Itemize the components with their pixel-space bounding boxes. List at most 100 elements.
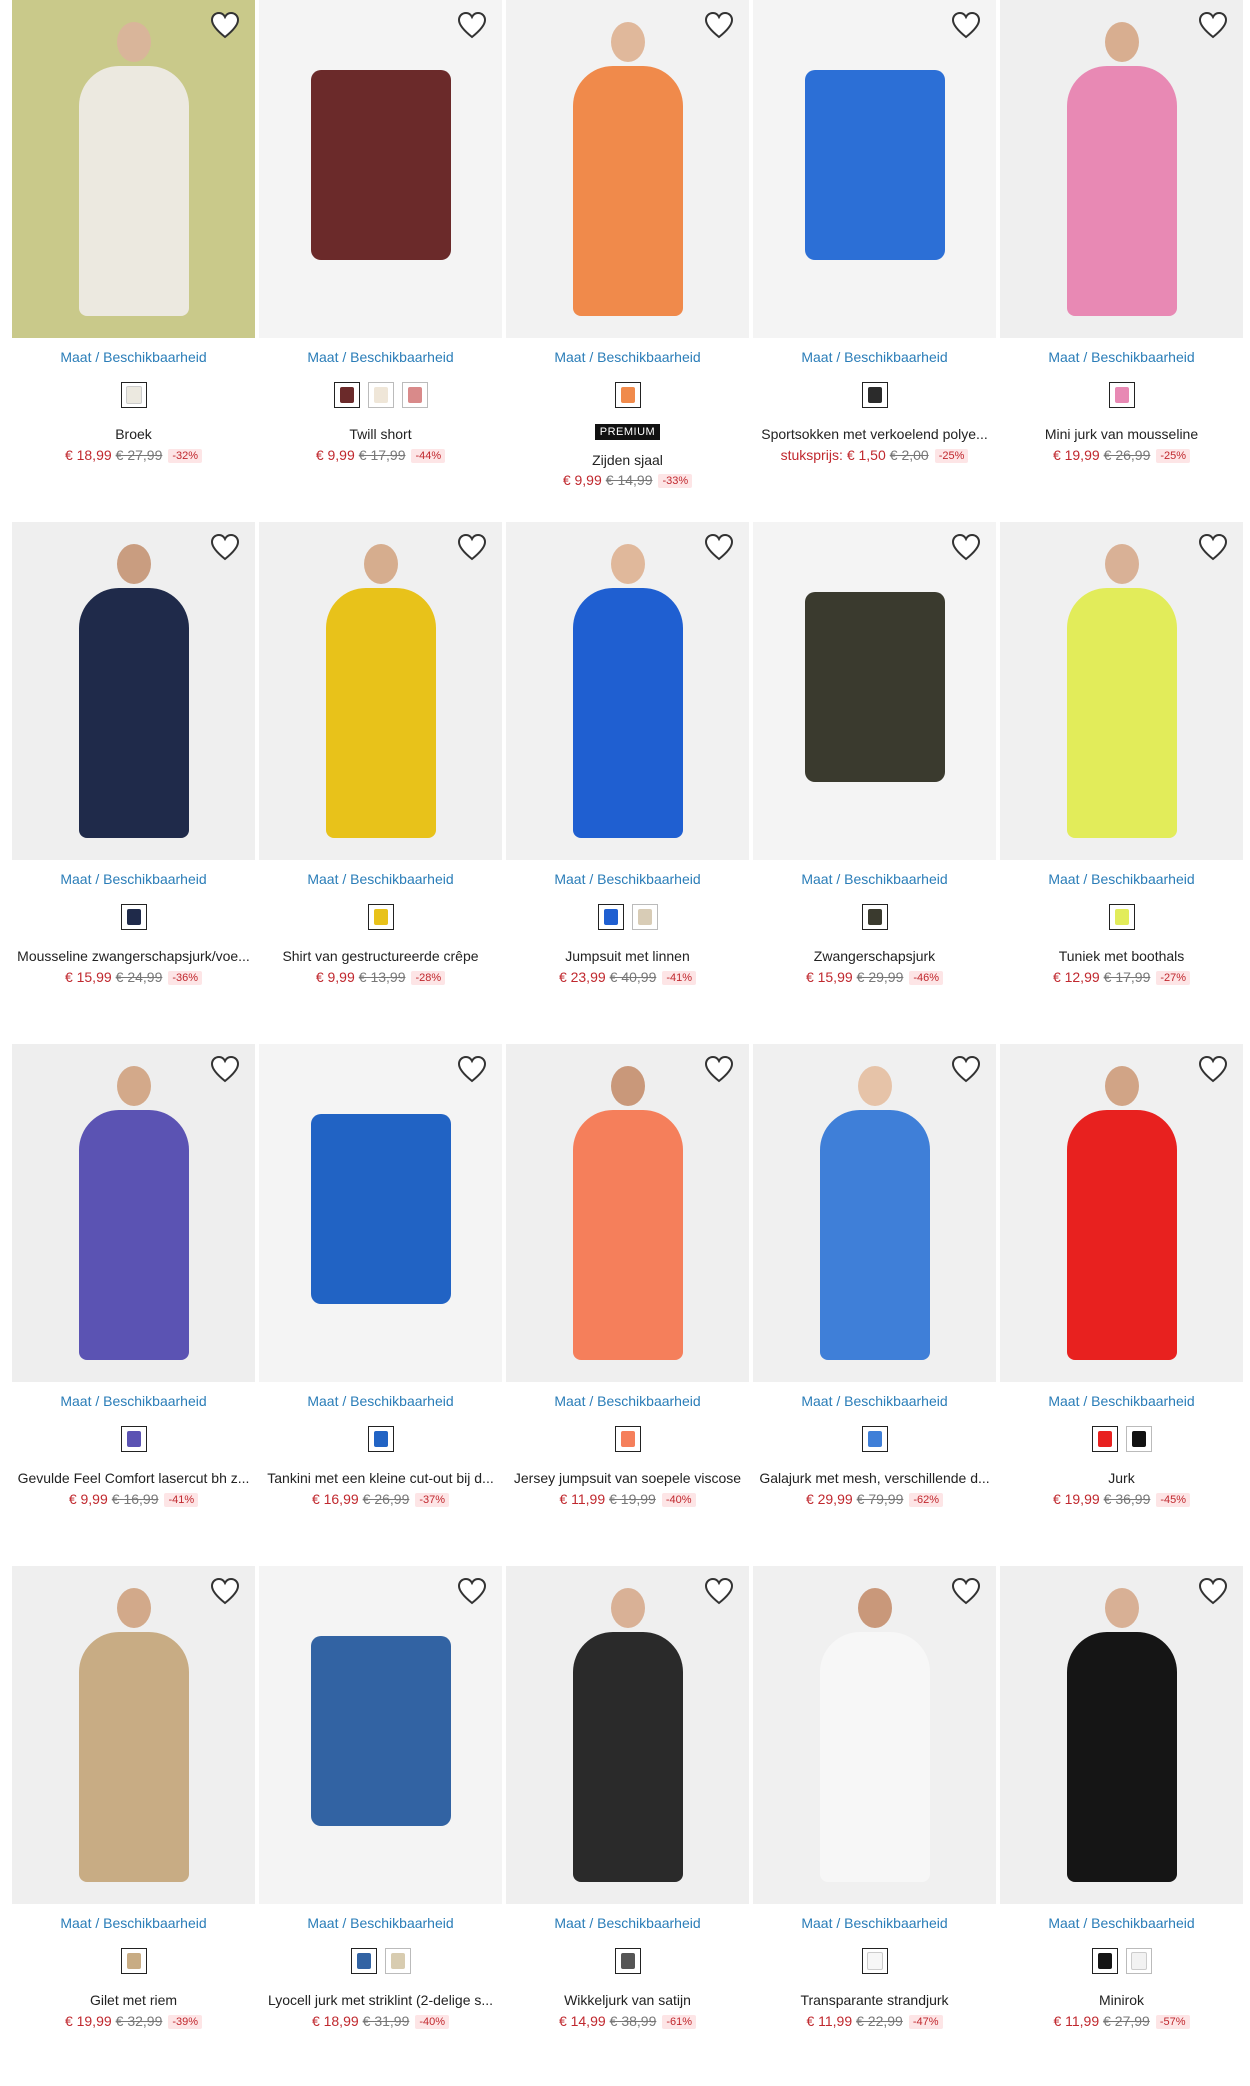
product-card[interactable]: Maat / Beschikbaarheid Jumpsuit met linne… bbox=[506, 522, 749, 1042]
size-availability-link[interactable]: Maat / Beschikbaarheid bbox=[259, 1915, 502, 1931]
wishlist-heart-icon[interactable] bbox=[950, 532, 982, 564]
product-image[interactable] bbox=[12, 522, 255, 860]
size-availability-link[interactable]: Maat / Beschikbaarheid bbox=[753, 349, 996, 365]
product-image[interactable] bbox=[506, 1566, 749, 1904]
product-card[interactable]: Maat / Beschikbaarheid Lyocell jurk met s… bbox=[259, 1566, 502, 2086]
product-title[interactable]: Tankini met een kleine cut-out bij d... bbox=[259, 1470, 502, 1486]
wishlist-heart-icon[interactable] bbox=[456, 1576, 488, 1608]
color-swatch[interactable] bbox=[401, 382, 428, 408]
size-availability-link[interactable]: Maat / Beschikbaarheid bbox=[12, 1393, 255, 1409]
product-title[interactable]: Gevulde Feel Comfort lasercut bh z... bbox=[12, 1470, 255, 1486]
product-image[interactable] bbox=[753, 1044, 996, 1382]
product-image[interactable] bbox=[753, 1566, 996, 1904]
product-title[interactable]: Minirok bbox=[1000, 1992, 1243, 2008]
size-availability-link[interactable]: Maat / Beschikbaarheid bbox=[506, 1915, 749, 1931]
product-image[interactable] bbox=[259, 1566, 502, 1904]
product-title[interactable]: Tuniek met boothals bbox=[1000, 948, 1243, 964]
color-swatch[interactable] bbox=[614, 382, 641, 408]
product-image[interactable] bbox=[259, 0, 502, 338]
product-title[interactable]: Galajurk met mesh, verschillende d... bbox=[753, 1470, 996, 1486]
size-availability-link[interactable]: Maat / Beschikbaarheid bbox=[12, 871, 255, 887]
product-image[interactable] bbox=[259, 522, 502, 860]
product-card[interactable]: Maat / Beschikbaarheid Shirt van gestruct… bbox=[259, 522, 502, 1042]
product-image[interactable] bbox=[1000, 1044, 1243, 1382]
product-card[interactable]: Maat / Beschikbaarheid Broek € 18,99 € 27,9… bbox=[12, 0, 255, 520]
product-title[interactable]: Twill short bbox=[259, 426, 502, 442]
product-title[interactable]: Zwangerschapsjurk bbox=[753, 948, 996, 964]
product-title[interactable]: Jersey jumpsuit van soepele viscose bbox=[506, 1470, 749, 1486]
product-image[interactable] bbox=[1000, 1566, 1243, 1904]
wishlist-heart-icon[interactable] bbox=[703, 10, 735, 42]
color-swatch[interactable] bbox=[1091, 1426, 1118, 1452]
wishlist-heart-icon[interactable] bbox=[950, 1054, 982, 1086]
product-image[interactable] bbox=[1000, 0, 1243, 338]
color-swatch[interactable] bbox=[1125, 1426, 1152, 1452]
wishlist-heart-icon[interactable] bbox=[703, 532, 735, 564]
wishlist-heart-icon[interactable] bbox=[1197, 10, 1229, 42]
color-swatch[interactable] bbox=[631, 904, 658, 930]
size-availability-link[interactable]: Maat / Beschikbaarheid bbox=[259, 871, 502, 887]
product-card[interactable]: Maat / Beschikbaarheid Gevulde Feel Comfo… bbox=[12, 1044, 255, 1564]
color-swatch[interactable] bbox=[120, 1948, 147, 1974]
product-card[interactable]: Maat / Beschikbaarheid Transparante stran… bbox=[753, 1566, 996, 2086]
wishlist-heart-icon[interactable] bbox=[1197, 532, 1229, 564]
color-swatch[interactable] bbox=[120, 904, 147, 930]
color-swatch[interactable] bbox=[384, 1948, 411, 1974]
size-availability-link[interactable]: Maat / Beschikbaarheid bbox=[753, 871, 996, 887]
product-title[interactable]: Transparante strandjurk bbox=[753, 1992, 996, 2008]
wishlist-heart-icon[interactable] bbox=[209, 532, 241, 564]
product-card[interactable]: Maat / Beschikbaarheid Jurk € 19,99 € 36,99… bbox=[1000, 1044, 1243, 1564]
product-image[interactable] bbox=[753, 522, 996, 860]
size-availability-link[interactable]: Maat / Beschikbaarheid bbox=[1000, 871, 1243, 887]
product-card[interactable]: Maat / Beschikbaarheid Twill short € 9,99 €… bbox=[259, 0, 502, 520]
size-availability-link[interactable]: Maat / Beschikbaarheid bbox=[506, 871, 749, 887]
size-availability-link[interactable]: Maat / Beschikbaarheid bbox=[1000, 1393, 1243, 1409]
color-swatch[interactable] bbox=[333, 382, 360, 408]
product-image[interactable] bbox=[12, 1044, 255, 1382]
wishlist-heart-icon[interactable] bbox=[703, 1054, 735, 1086]
product-title[interactable]: Jumpsuit met linnen bbox=[506, 948, 749, 964]
wishlist-heart-icon[interactable] bbox=[703, 1576, 735, 1608]
color-swatch[interactable] bbox=[861, 382, 888, 408]
product-title[interactable]: Wikkeljurk van satijn bbox=[506, 1992, 749, 2008]
size-availability-link[interactable]: Maat / Beschikbaarheid bbox=[259, 349, 502, 365]
color-swatch[interactable] bbox=[861, 1426, 888, 1452]
product-image[interactable] bbox=[12, 0, 255, 338]
product-card[interactable]: Maat / Beschikbaarheid Wikkeljurk van sat… bbox=[506, 1566, 749, 2086]
product-image[interactable] bbox=[1000, 522, 1243, 860]
product-card[interactable]: Maat / Beschikbaarheid Mousseline zwanger… bbox=[12, 522, 255, 1042]
product-card[interactable]: Maat / Beschikbaarheid Tuniek met boothal… bbox=[1000, 522, 1243, 1042]
color-swatch[interactable] bbox=[614, 1948, 641, 1974]
product-title[interactable]: Broek bbox=[12, 426, 255, 442]
color-swatch[interactable] bbox=[861, 1948, 888, 1974]
size-availability-link[interactable]: Maat / Beschikbaarheid bbox=[1000, 349, 1243, 365]
product-image[interactable] bbox=[506, 1044, 749, 1382]
color-swatch[interactable] bbox=[367, 904, 394, 930]
wishlist-heart-icon[interactable] bbox=[1197, 1576, 1229, 1608]
product-card[interactable]: Maat / Beschikbaarheid Jersey jumpsuit va… bbox=[506, 1044, 749, 1564]
size-availability-link[interactable]: Maat / Beschikbaarheid bbox=[506, 1393, 749, 1409]
product-image[interactable] bbox=[506, 522, 749, 860]
color-swatch[interactable] bbox=[1108, 382, 1135, 408]
color-swatch[interactable] bbox=[350, 1948, 377, 1974]
color-swatch[interactable] bbox=[1091, 1948, 1118, 1974]
size-availability-link[interactable]: Maat / Beschikbaarheid bbox=[753, 1393, 996, 1409]
size-availability-link[interactable]: Maat / Beschikbaarheid bbox=[1000, 1915, 1243, 1931]
wishlist-heart-icon[interactable] bbox=[950, 10, 982, 42]
wishlist-heart-icon[interactable] bbox=[209, 1576, 241, 1608]
color-swatch[interactable] bbox=[367, 1426, 394, 1452]
product-title[interactable]: Shirt van gestructureerde crêpe bbox=[259, 948, 502, 964]
product-card[interactable]: Maat / Beschikbaarheid Tankini met een kl… bbox=[259, 1044, 502, 1564]
color-swatch[interactable] bbox=[1125, 1948, 1152, 1974]
size-availability-link[interactable]: Maat / Beschikbaarheid bbox=[506, 349, 749, 365]
color-swatch[interactable] bbox=[614, 1426, 641, 1452]
product-title[interactable]: Zijden sjaal bbox=[506, 452, 749, 468]
product-card[interactable]: Maat / Beschikbaarheid Minirok € 11,99 € 27… bbox=[1000, 1566, 1243, 2086]
wishlist-heart-icon[interactable] bbox=[950, 1576, 982, 1608]
product-card[interactable]: Maat / Beschikbaarheid Zwangerschapsjurk €… bbox=[753, 522, 996, 1042]
product-card[interactable]: Maat / Beschikbaarheid Sportsokken met ve… bbox=[753, 0, 996, 520]
product-title[interactable]: Mousseline zwangerschapsjurk/voe... bbox=[12, 948, 255, 964]
product-title[interactable]: Sportsokken met verkoelend polye... bbox=[753, 426, 996, 442]
product-image[interactable] bbox=[259, 1044, 502, 1382]
size-availability-link[interactable]: Maat / Beschikbaarheid bbox=[753, 1915, 996, 1931]
